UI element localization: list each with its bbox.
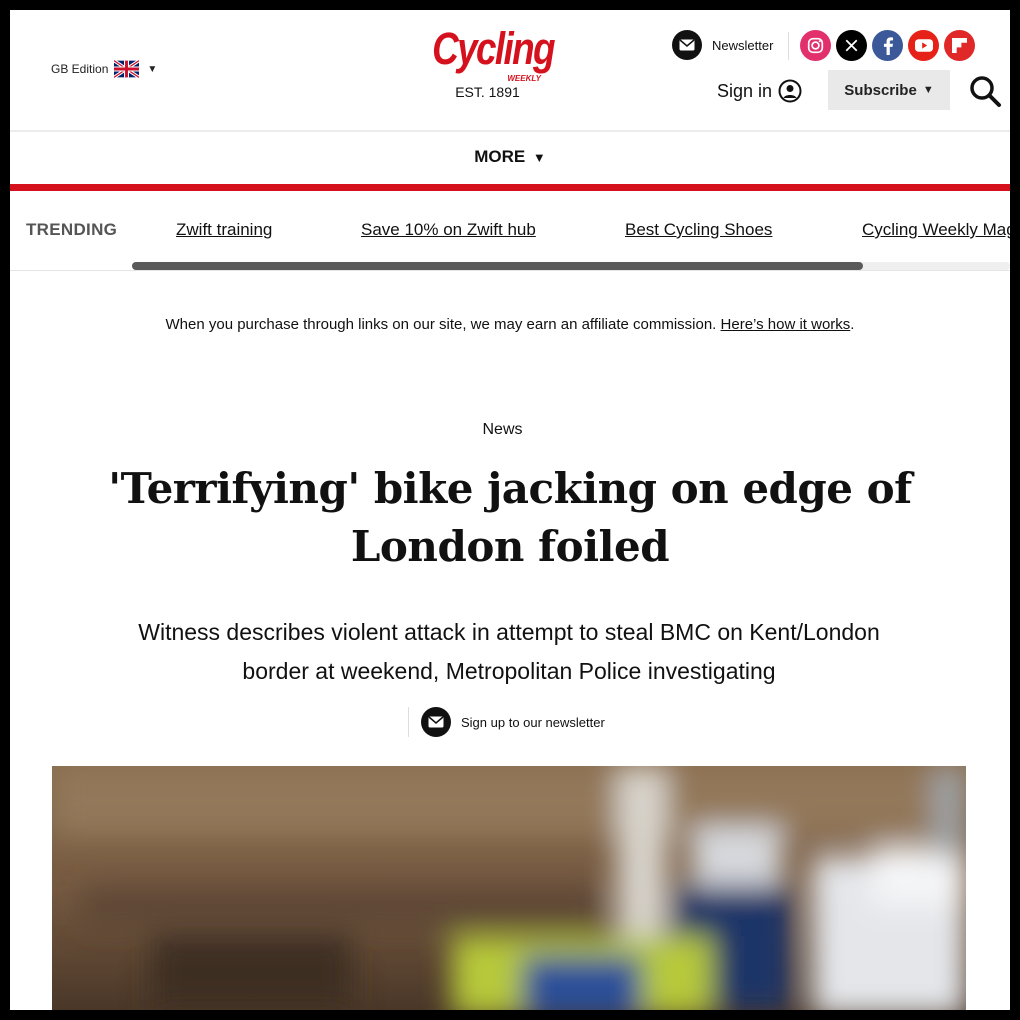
logo-sub: WEEKLY [507, 74, 541, 83]
headline-line: London foiled [350, 522, 670, 571]
header-divider [788, 32, 789, 60]
edition-label: GB Edition [51, 62, 109, 76]
subscribe-label: Subscribe [844, 81, 917, 99]
site-logo[interactable]: Cycling WEEKLY EST. 1891 [420, 22, 555, 100]
trending-link[interactable]: Cycling Weekly Mag [862, 220, 1010, 240]
newsletter-signup-button[interactable]: Sign up to our newsletter [408, 707, 605, 737]
envelope-icon [421, 707, 451, 737]
affiliate-text: When you purchase through links on our s… [165, 316, 717, 333]
affiliate-disclosure: When you purchase through links on our s… [10, 316, 1010, 333]
uk-flag-icon [114, 60, 140, 78]
edition-selector[interactable]: GB Edition ▼ [51, 60, 157, 78]
facebook-icon[interactable] [872, 30, 903, 61]
article-strapline: Witness describes violent attack in atte… [100, 613, 918, 691]
chevron-down-icon: ▼ [922, 84, 934, 96]
more-label: MORE [474, 147, 526, 166]
newsletter-label: Newsletter [712, 37, 774, 53]
trending-divider [10, 270, 1010, 271]
instagram-icon[interactable] [800, 30, 831, 61]
youtube-icon[interactable] [908, 30, 939, 61]
chevron-down-icon: ▼ [147, 63, 158, 75]
envelope-icon [672, 30, 702, 60]
sign-in-label: Sign in [717, 80, 773, 101]
brand-rule [10, 184, 1010, 191]
chevron-down-icon: ▼ [529, 150, 546, 165]
trending-link[interactable]: Best Cycling Shoes [625, 220, 772, 240]
sign-in-button[interactable]: Sign in [717, 79, 802, 103]
x-icon[interactable] [836, 30, 867, 61]
strapline-line: Witness describes violent attack in atte… [138, 619, 880, 645]
article-hero-image [52, 766, 966, 1010]
trending-label: TRENDING [26, 220, 118, 239]
affiliate-link[interactable]: Here’s how it works [721, 316, 851, 333]
header-divider-line [10, 130, 1010, 132]
trending-scrollbar-thumb[interactable] [132, 262, 863, 270]
flipboard-icon[interactable] [944, 30, 975, 61]
more-menu-button[interactable]: MORE ▼ [10, 147, 1010, 167]
signup-label: Sign up to our newsletter [461, 714, 605, 730]
affiliate-end: . [850, 316, 855, 333]
social-links [800, 30, 975, 61]
strapline-line: border at weekend, Metropolitan Police i… [242, 658, 776, 684]
trending-link[interactable]: Zwift training [176, 220, 272, 240]
article-headline: 'Terrifying' bike jacking on edge of Lon… [90, 460, 930, 576]
trending-bar: TRENDING Zwift training Save 10% on Zwif… [10, 220, 1010, 244]
headline-line: 'Terrifying' bike jacking on edge of [108, 464, 912, 513]
hero-photo [52, 766, 966, 1010]
trending-link[interactable]: Save 10% on Zwift hub [361, 220, 536, 240]
user-icon [778, 79, 802, 103]
newsletter-link[interactable]: Newsletter [672, 30, 773, 60]
subscribe-button[interactable]: Subscribe ▼ [828, 70, 950, 110]
article-category[interactable]: News [10, 421, 995, 439]
page: GB Edition ▼ Cycling WEEKLY EST. 1891 Ne… [10, 10, 1010, 1010]
logo-est: EST. 1891 [455, 84, 520, 100]
search-icon[interactable] [968, 74, 1002, 108]
signup-divider [408, 707, 409, 737]
logo-wordmark: Cycling [432, 23, 555, 74]
